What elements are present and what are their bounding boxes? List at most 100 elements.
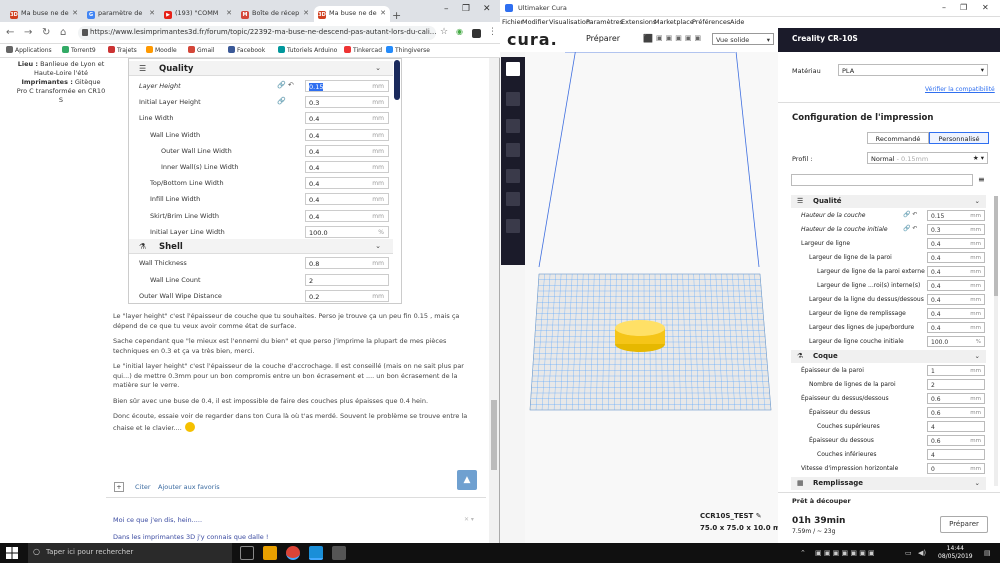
- setting-value-input[interactable]: 0.4 mm: [927, 280, 985, 291]
- setting-value-input[interactable]: 0.4 mm: [927, 252, 985, 263]
- move-tool-icon[interactable]: [506, 92, 520, 106]
- maximize-icon[interactable]: ❐: [462, 4, 470, 14]
- setting-value-input[interactable]: 0.4 mm: [927, 238, 985, 249]
- profile-select[interactable]: Normal - 0.15mm ★ ▾: [867, 152, 988, 164]
- app-taskbar-icon[interactable]: [332, 546, 346, 560]
- recommended-button[interactable]: Recommandé: [867, 132, 929, 144]
- settings-search-input[interactable]: [791, 174, 973, 186]
- bookmark-item[interactable]: Tinkercad: [344, 46, 382, 54]
- custom-button[interactable]: Personnalisé: [929, 132, 989, 144]
- setting-value-input[interactable]: 2: [927, 379, 985, 390]
- menu-item[interactable]: Fichier: [502, 18, 523, 26]
- taskbar-search-input[interactable]: ○ Taper ici pour rechercher: [28, 543, 232, 563]
- tab-prepare[interactable]: Préparer: [586, 34, 620, 43]
- tab-close-icon[interactable]: ✕: [226, 9, 232, 17]
- bookmark-item[interactable]: Thingiverse: [386, 46, 430, 54]
- settings-category-shell[interactable]: ⚗ Coque ⌄: [791, 350, 986, 363]
- setting-value-input[interactable]: 0.4 mm: [305, 193, 389, 206]
- menu-item[interactable]: Modifier: [522, 18, 548, 26]
- printer-selector[interactable]: Creality CR-10S: [792, 34, 858, 43]
- new-tab-button[interactable]: +: [392, 9, 401, 22]
- chrome-taskbar-icon[interactable]: [286, 546, 300, 560]
- settings-scrollbar-thumb[interactable]: [994, 196, 998, 296]
- setting-value-input[interactable]: 0.4 mm: [305, 112, 389, 125]
- tab-close-icon[interactable]: ✕: [380, 9, 386, 17]
- setting-value-input[interactable]: 0.6 mm: [927, 435, 985, 446]
- setting-value-input[interactable]: 100.0%: [305, 225, 389, 238]
- page-scrollbar-thumb[interactable]: [491, 400, 497, 470]
- bookmark-item[interactable]: Moodle: [146, 46, 177, 54]
- menu-item[interactable]: Extensions: [621, 18, 656, 26]
- home-icon[interactable]: ⌂: [60, 27, 66, 38]
- tab-close-icon[interactable]: ✕: [149, 9, 155, 17]
- menu-item[interactable]: Marketplace: [654, 18, 694, 26]
- setting-value-input[interactable]: 0.8 mm: [305, 257, 389, 269]
- windows-start-icon[interactable]: [6, 547, 18, 559]
- setting-value-input[interactable]: 4: [927, 421, 985, 432]
- link-reset-icons[interactable]: 🔗 ↶: [903, 211, 917, 218]
- link-reset-icons[interactable]: 🔗 ↶: [277, 81, 294, 89]
- 3d-viewport[interactable]: [525, 52, 778, 543]
- setting-value-input[interactable]: 0.4 mm: [305, 161, 389, 173]
- url-input[interactable]: https://www.lesimprimantes3d.fr/forum/to…: [78, 26, 436, 40]
- setting-value-input[interactable]: 0.4 mm: [927, 308, 985, 319]
- prepare-slice-button[interactable]: Préparer: [940, 516, 988, 533]
- menu-item[interactable]: Aide: [730, 18, 744, 26]
- menu-item[interactable]: Paramètres: [586, 18, 623, 26]
- signature-link-2[interactable]: Dans les imprimantes 3D j'y connais que …: [113, 533, 268, 541]
- setting-value-input[interactable]: 100.0%: [927, 336, 985, 347]
- settings-category-infill[interactable]: ▦ Remplissage ⌄: [791, 477, 986, 490]
- cura-close-icon[interactable]: ✕: [982, 3, 989, 12]
- settings-menu-icon[interactable]: ≡: [978, 175, 985, 184]
- edit-icon[interactable]: ✎: [756, 512, 762, 520]
- bookmark-item[interactable]: Applications: [6, 46, 52, 54]
- link-reset-icons[interactable]: 🔗 ↶: [903, 225, 917, 232]
- setting-value-input[interactable]: 0.4 mm: [927, 266, 985, 277]
- tab-4[interactable]: M Boîte de récep ✕: [237, 6, 313, 22]
- setting-value-input[interactable]: 0.4 mm: [305, 209, 389, 222]
- cura-taskbar-icon[interactable]: [309, 546, 323, 560]
- setting-value-input[interactable]: 0.15 mm: [305, 80, 389, 92]
- view-3d-icon[interactable]: ⬛: [643, 34, 653, 43]
- settings-category-quality[interactable]: ☰ Qualité ⌄: [791, 195, 986, 208]
- volume-icon[interactable]: ◀): [918, 549, 926, 557]
- setting-value-input[interactable]: 0.3 mm: [927, 224, 985, 235]
- back-icon[interactable]: ←: [6, 27, 14, 38]
- bookmark-item[interactable]: Facebook: [228, 46, 265, 54]
- setting-value-input[interactable]: 1 mm: [927, 365, 985, 376]
- open-file-icon[interactable]: [506, 62, 520, 76]
- tab-3[interactable]: ▶ (193) "COMM ✕: [160, 6, 236, 22]
- extension-icon-2[interactable]: [472, 29, 481, 38]
- rotate-tool-icon[interactable]: [506, 143, 520, 157]
- tray-chevron-icon[interactable]: ⌃: [800, 549, 806, 557]
- menu-item[interactable]: Préférences: [692, 18, 730, 26]
- cura-maximize-icon[interactable]: ❐: [960, 3, 967, 12]
- taskbar-clock[interactable]: 14:44 08/05/2019: [938, 545, 973, 561]
- signature-link-1[interactable]: Moi ce que j'en dis, hein.....: [113, 516, 202, 524]
- setting-value-input[interactable]: 0 mm: [927, 463, 985, 474]
- network-icon[interactable]: ▭: [905, 549, 912, 557]
- tab-close-icon[interactable]: ✕: [303, 9, 309, 17]
- setting-value-input[interactable]: 0.15 mm: [927, 210, 985, 221]
- favorite-link[interactable]: Ajouter aux favoris: [158, 483, 220, 491]
- bookmark-item[interactable]: Torrent9: [62, 46, 96, 54]
- setting-value-input[interactable]: 0.6 mm: [927, 407, 985, 418]
- menu-item[interactable]: Visualisation: [549, 18, 590, 26]
- plus-button[interactable]: +: [114, 482, 124, 492]
- setting-value-input[interactable]: 0.2 mm: [305, 290, 389, 302]
- dismiss-icon[interactable]: ✕ ▾: [464, 516, 474, 523]
- setting-value-input[interactable]: 0.4 mm: [927, 294, 985, 305]
- tab-close-icon[interactable]: ✕: [72, 9, 78, 17]
- menu-icon[interactable]: ⋮: [488, 27, 497, 37]
- scale-tool-icon[interactable]: [506, 119, 520, 133]
- setting-value-input[interactable]: 4: [927, 449, 985, 460]
- bookmark-item[interactable]: Gmail: [188, 46, 215, 54]
- setting-value-input[interactable]: 0.4 mm: [305, 128, 389, 141]
- notifications-icon[interactable]: ▤: [984, 549, 991, 557]
- mirror-tool-icon[interactable]: [506, 169, 520, 183]
- setting-value-input[interactable]: 0.3 mm: [305, 96, 389, 109]
- material-select[interactable]: PLA ▾: [838, 64, 988, 76]
- quote-link[interactable]: Citer: [135, 483, 151, 491]
- per-model-settings-icon[interactable]: [506, 192, 520, 206]
- page-scrollbar[interactable]: [489, 58, 499, 543]
